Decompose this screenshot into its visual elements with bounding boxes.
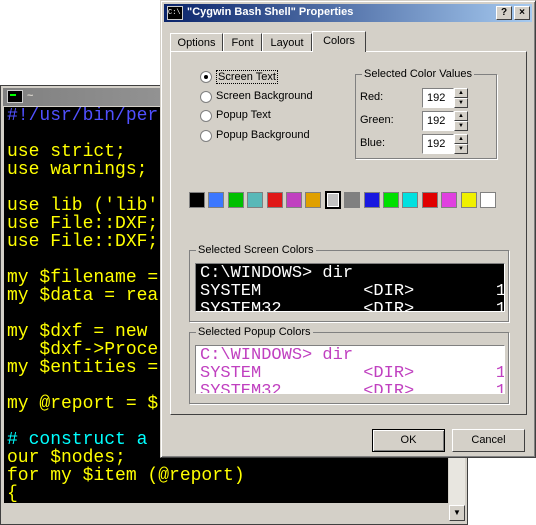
blue-input[interactable]: 192 xyxy=(422,134,454,154)
popup-colors-label: Selected Popup Colors xyxy=(196,326,313,338)
preview-line: SYSTEM <DIR> 10-0 xyxy=(200,364,505,383)
terminal-line: my $dxf = new xyxy=(7,322,148,342)
color-swatch[interactable] xyxy=(344,192,361,208)
color-swatch[interactable] xyxy=(421,192,438,208)
radio-label: Screen Text xyxy=(216,70,278,84)
red-label: Red: xyxy=(360,91,384,103)
blue-up-button[interactable]: ▲ xyxy=(454,134,468,144)
color-swatch[interactable] xyxy=(441,192,458,208)
tab-colors[interactable]: Colors xyxy=(312,31,366,52)
screen-colors-label: Selected Screen Colors xyxy=(196,244,316,256)
color-swatch[interactable] xyxy=(227,192,244,208)
green-stepper[interactable]: 192 ▲ ▼ xyxy=(422,111,468,131)
preview-line: SYSTEM32 <DIR> 10-0 xyxy=(200,382,505,394)
radio-indicator xyxy=(200,91,212,103)
color-swatch[interactable] xyxy=(383,192,399,208)
color-swatch[interactable] xyxy=(324,191,341,209)
color-swatch[interactable] xyxy=(402,192,419,208)
color-swatch[interactable] xyxy=(305,192,322,208)
color-palette xyxy=(189,191,501,211)
terminal-line: for my $item (@report) xyxy=(7,466,245,486)
green-down-button[interactable]: ▼ xyxy=(454,121,468,131)
color-swatch[interactable] xyxy=(208,192,225,208)
terminal-line: my @report = $ xyxy=(7,394,159,414)
tab-layout[interactable]: Layout xyxy=(262,33,312,51)
terminal-line: #!/usr/bin/per xyxy=(7,107,159,126)
terminal-line: our $nodes; xyxy=(7,448,126,468)
red-up-button[interactable]: ▲ xyxy=(454,88,468,98)
terminal-line: $dxf->Proce xyxy=(7,340,159,360)
color-swatch[interactable] xyxy=(247,192,264,208)
terminal-title: ~ xyxy=(27,90,34,102)
preview-line: C:\WINDOWS> dir xyxy=(200,264,354,283)
color-swatch[interactable] xyxy=(363,192,380,208)
screen-colors-group: Selected Screen Colors C:\WINDOWS> dir S… xyxy=(189,244,509,322)
red-input[interactable]: 192 xyxy=(422,88,454,108)
dialog-title-bar[interactable]: C:\ "Cygwin Bash Shell" Properties ? × xyxy=(164,4,532,22)
terminal-line: { xyxy=(7,484,18,503)
ok-button[interactable]: OK xyxy=(372,429,445,452)
green-input[interactable]: 192 xyxy=(422,111,454,131)
colors-panel: Screen Text Screen Background Popup Text… xyxy=(170,51,527,415)
terminal-line: my $data = rea xyxy=(7,286,159,306)
radio-dot xyxy=(204,75,208,79)
popup-colors-group: Selected Popup Colors C:\WINDOWS> dir SY… xyxy=(189,326,509,404)
color-swatch[interactable] xyxy=(266,192,283,208)
terminal-line: use File::DXF; xyxy=(7,232,159,252)
radio-label: Popup Text xyxy=(216,109,271,121)
help-button[interactable]: ? xyxy=(496,6,512,20)
color-swatch[interactable] xyxy=(480,192,496,208)
red-stepper[interactable]: 192 ▲ ▼ xyxy=(422,88,468,108)
terminal-line: my $entities = xyxy=(7,358,159,378)
radio-indicator xyxy=(200,130,212,142)
blue-stepper[interactable]: 192 ▲ ▼ xyxy=(422,134,468,154)
radio-label: Screen Background xyxy=(216,90,313,102)
blue-down-button[interactable]: ▼ xyxy=(454,144,468,154)
color-swatch[interactable] xyxy=(189,192,205,208)
radio-label: Popup Background xyxy=(216,129,310,141)
terminal-line: use lib ('lib' xyxy=(7,196,159,216)
console-icon: C:\ xyxy=(167,6,183,20)
close-button[interactable]: × xyxy=(514,6,530,20)
properties-dialog: C:\ "Cygwin Bash Shell" Properties ? × O… xyxy=(160,0,536,458)
terminal-line: my $filename = xyxy=(7,268,159,288)
blue-label: Blue: xyxy=(360,137,386,149)
preview-line: C:\WINDOWS> dir xyxy=(200,346,354,365)
color-values-group-label: Selected Color Values xyxy=(362,68,475,80)
terminal-line: use warnings; xyxy=(7,160,148,180)
popup-colors-preview: C:\WINDOWS> dir SYSTEM <DIR> 10-0 SYSTEM… xyxy=(195,345,505,394)
terminal-line: use File::DXF; xyxy=(7,214,159,234)
red-down-button[interactable]: ▼ xyxy=(454,98,468,108)
cancel-button[interactable]: Cancel xyxy=(452,429,525,452)
preview-line: SYSTEM32 <DIR> 10-0 xyxy=(200,300,505,312)
color-swatch[interactable] xyxy=(286,192,302,208)
terminal-icon xyxy=(7,90,23,103)
terminal-line: # construct a xyxy=(7,430,148,450)
terminal-line: use strict; xyxy=(7,142,126,162)
color-values-group: Selected Color Values Red: 192 ▲ ▼ Green… xyxy=(355,68,497,159)
color-swatch[interactable] xyxy=(460,192,477,208)
green-up-button[interactable]: ▲ xyxy=(454,111,468,121)
radio-indicator xyxy=(200,110,212,122)
green-label: Green: xyxy=(360,114,394,126)
tab-options[interactable]: Options xyxy=(170,33,223,51)
radio-indicator xyxy=(200,71,212,83)
dialog-title: "Cygwin Bash Shell" Properties xyxy=(187,6,354,18)
scroll-down-button[interactable]: ▼ xyxy=(449,505,465,521)
screen-colors-preview: C:\WINDOWS> dir SYSTEM <DIR> 10-0 SYSTEM… xyxy=(195,263,505,312)
preview-line: SYSTEM <DIR> 10-0 xyxy=(200,282,505,301)
tab-font[interactable]: Font xyxy=(223,33,262,51)
